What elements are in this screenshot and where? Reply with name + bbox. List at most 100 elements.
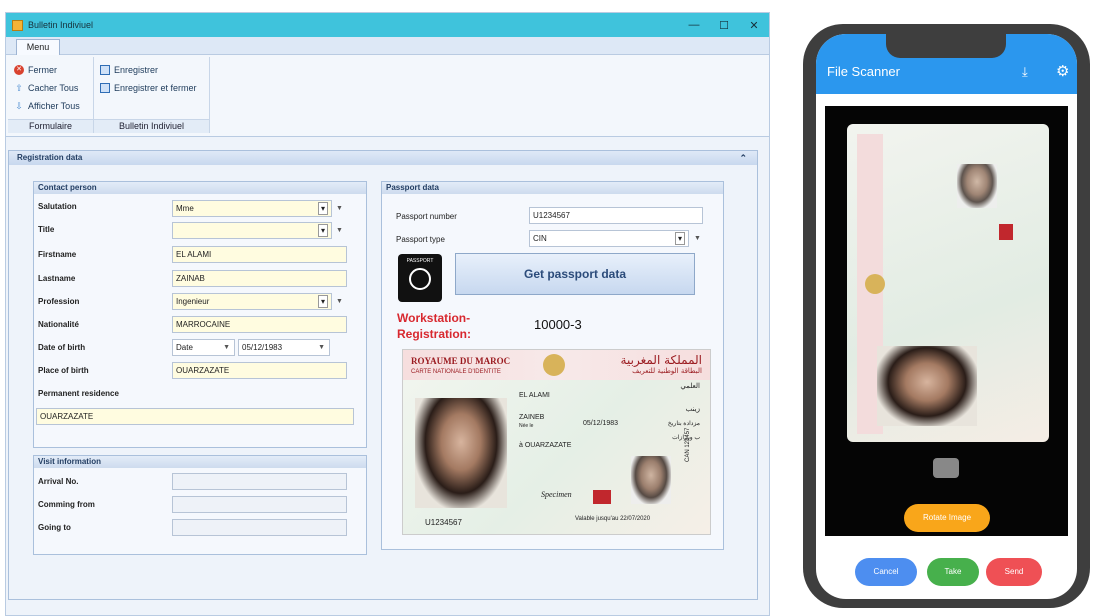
take-button[interactable]: Take: [927, 558, 979, 586]
registration-title: Registration data: [17, 153, 83, 162]
dob-type-value: Date: [176, 343, 193, 352]
dropdown-icon[interactable]: ▾: [675, 232, 685, 245]
app-title: File Scanner: [827, 64, 900, 79]
card-country-fr: ROYAUME DU MAROC: [411, 356, 511, 366]
scanned-emblem: [865, 274, 885, 294]
enregistrer-fermer-label: Enregistrer et fermer: [114, 83, 197, 93]
window-title: Bulletin Indiviuel: [28, 20, 94, 30]
ghost-photo: [631, 456, 671, 504]
pob-field[interactable]: OUARZAZATE: [172, 362, 347, 379]
close-window-button[interactable]: ✕: [739, 19, 769, 32]
chevron-down-icon[interactable]: ▼: [692, 230, 703, 247]
dropdown-icon[interactable]: ▾: [318, 202, 328, 215]
going-to-field[interactable]: [172, 519, 347, 536]
profession-select[interactable]: Ingenieur ▾: [172, 293, 332, 310]
profession-value: Ingenieur: [176, 297, 210, 306]
card-born-label: Née le: [519, 423, 534, 429]
enregistrer-button[interactable]: Enregistrer: [100, 61, 203, 79]
title-bar: Bulletin Indiviuel — ☐ ✕: [6, 13, 769, 37]
close-icon: ✕: [14, 65, 24, 75]
arrival-field[interactable]: [172, 473, 347, 490]
card-subtitle-ar: البطاقة الوطنية للتعريف: [632, 367, 702, 375]
pob-label: Place of birth: [38, 366, 89, 375]
cacher-tous-label: Cacher Tous: [28, 83, 79, 93]
fermer-button[interactable]: ✕ Fermer: [14, 61, 87, 79]
enregistrer-label: Enregistrer: [114, 65, 159, 75]
send-button[interactable]: Send: [986, 558, 1042, 586]
save-close-icon: [100, 83, 110, 93]
scanned-card: [847, 124, 1049, 442]
scanned-portrait: [877, 346, 977, 426]
card-given-ar: زينب: [685, 406, 700, 413]
dropdown-icon[interactable]: ▾: [318, 224, 328, 237]
calendar-dropdown-icon[interactable]: ▼: [318, 340, 325, 355]
card-place: à OUARZAZATE: [519, 442, 572, 449]
firstname-label: Firstname: [38, 250, 77, 259]
scanned-ghost-photo: [957, 164, 997, 208]
app-icon: [12, 19, 23, 31]
afficher-tous-button[interactable]: ⇩ Afficher Tous: [14, 97, 87, 115]
group-label-bulletin: Bulletin Indiviuel: [94, 119, 209, 133]
title-select[interactable]: ▾: [172, 222, 332, 239]
chevron-down-icon[interactable]: ▼: [334, 222, 345, 239]
enregistrer-fermer-button[interactable]: Enregistrer et fermer: [100, 79, 203, 97]
chevron-down-icon[interactable]: ▼: [334, 200, 345, 217]
minimize-button[interactable]: —: [679, 19, 709, 32]
salutation-select[interactable]: Mme ▾: [172, 200, 332, 217]
passport-type-select[interactable]: CIN ▾: [529, 230, 689, 247]
scanned-flag: [999, 224, 1013, 240]
title-label: Title: [38, 225, 55, 234]
dob-value: 05/12/1983: [242, 343, 283, 352]
card-specimen: Specimen: [541, 490, 572, 499]
passport-data-header: Passport data: [382, 182, 723, 194]
coat-of-arms-icon: [543, 354, 565, 376]
tab-menu[interactable]: Menu: [16, 39, 60, 56]
flag-icon: [593, 490, 611, 504]
arrival-label: Arrival No.: [38, 477, 79, 486]
workstation-label-line2: Registration:: [397, 327, 472, 341]
dob-label: Date of birth: [38, 343, 86, 352]
get-passport-data-button[interactable]: Get passport data: [455, 253, 695, 295]
dob-date-picker[interactable]: 05/12/1983 ▼: [238, 339, 330, 356]
residence-label: Permanent residence: [38, 389, 119, 398]
passport-type-value: CIN: [533, 234, 547, 243]
residence-field[interactable]: OUARZAZATE: [36, 408, 354, 425]
dropdown-icon[interactable]: ▾: [318, 295, 328, 308]
phone-screen: File Scanner ⤓ ⚙ Rotate Image Cancel Tak…: [816, 34, 1077, 599]
rotate-image-button[interactable]: Rotate Image: [904, 504, 990, 532]
going-label: Going to: [38, 523, 71, 532]
afficher-tous-label: Afficher Tous: [28, 101, 80, 111]
download-icon[interactable]: ⤓: [1022, 64, 1028, 80]
card-country-ar: المملكة المغربية: [620, 353, 702, 367]
contact-person-header: Contact person: [34, 182, 366, 194]
lastname-label: Lastname: [38, 274, 76, 283]
lastname-field[interactable]: ZAINAB: [172, 270, 347, 287]
collapse-icon[interactable]: ⌃: [739, 151, 747, 165]
portrait-photo: [415, 398, 507, 508]
nationality-field[interactable]: MARROCAINE: [172, 316, 347, 333]
cacher-tous-button[interactable]: ⇧ Cacher Tous: [14, 79, 87, 97]
chevron-down-icon[interactable]: ▼: [223, 340, 230, 355]
ribbon-group-bulletin: Enregistrer Enregistrer et fermer Bullet…: [94, 57, 210, 133]
firstname-field[interactable]: EL ALAMI: [172, 246, 347, 263]
phone-mockup: File Scanner ⤓ ⚙ Rotate Image Cancel Tak…: [803, 24, 1090, 608]
passport-number-field[interactable]: U1234567: [529, 207, 703, 224]
coming-from-field[interactable]: [172, 496, 347, 513]
registration-header[interactable]: Registration data ⌃: [9, 151, 757, 165]
ribbon: ✕ Fermer ⇧ Cacher Tous ⇩ Afficher Tous F…: [6, 55, 769, 137]
chevron-down-icon[interactable]: ▼: [334, 293, 345, 310]
dob-type-select[interactable]: Date ▼: [172, 339, 235, 356]
workstation-label: Workstation- Registration:: [397, 310, 471, 342]
nationality-label: Nationalité: [38, 320, 79, 329]
camera-icon[interactable]: [933, 458, 959, 478]
workstation-value: 10000-3: [534, 317, 582, 332]
maximize-button[interactable]: ☐: [709, 19, 739, 32]
ribbon-tab-row: Menu: [6, 37, 769, 56]
card-valid: Valable jusqu'au 22/07/2020: [575, 516, 651, 522]
cancel-button[interactable]: Cancel: [855, 558, 917, 586]
gear-icon[interactable]: ⚙: [1056, 62, 1069, 80]
card-dob: 05/12/1983: [583, 420, 619, 427]
profession-label: Profession: [38, 297, 80, 306]
down-arrow-icon: ⇩: [15, 101, 23, 111]
group-label-formulaire: Formulaire: [8, 119, 93, 133]
